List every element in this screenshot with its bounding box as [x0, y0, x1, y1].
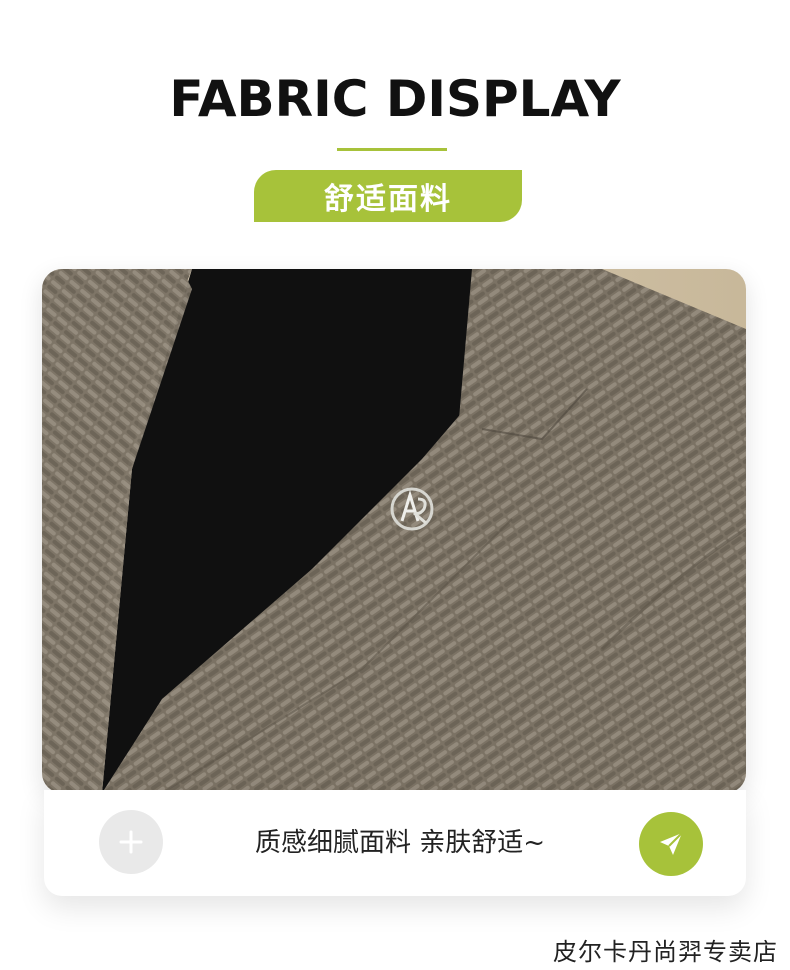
- send-button[interactable]: [639, 812, 703, 876]
- fabric-photo: [42, 269, 746, 793]
- fabric-badge: 舒适面料: [254, 170, 522, 222]
- title-underline: [337, 148, 447, 151]
- caption-text: 质感细腻面料 亲肤舒适~: [254, 828, 546, 858]
- plus-icon: [119, 830, 143, 854]
- blazer-lapel-illustration: [42, 269, 746, 793]
- send-icon: [660, 832, 683, 855]
- store-name: 皮尔卡丹尚羿专卖店: [553, 938, 778, 966]
- add-button[interactable]: [99, 810, 163, 874]
- page-title: FABRIC DISPLAY: [169, 70, 621, 128]
